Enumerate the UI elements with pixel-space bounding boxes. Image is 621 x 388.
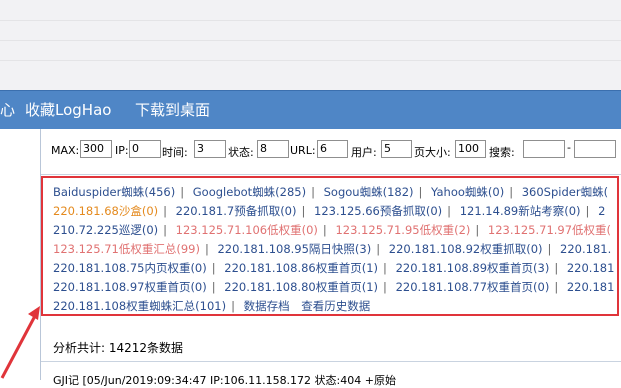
link-baiduspider[interactable]: Baiduspider蜘蛛(456) [53, 185, 175, 199]
link-history-data[interactable]: 查看历史数据 [301, 299, 370, 313]
log-entry-partial: GJI记 [05/Jun/2019:09:34:47 IP:106.11.158… [53, 374, 396, 387]
analysis-total: 分析共计: 14212条数据 [53, 341, 184, 355]
time-input[interactable] [194, 140, 226, 158]
ip-label: IP: [115, 144, 129, 157]
link-yahoo[interactable]: Yahoo蜘蛛(0) [431, 185, 504, 199]
ip-input[interactable] [129, 140, 161, 158]
link-prefetch-66[interactable]: 123.125.66预备抓取(0) [314, 204, 442, 218]
link-sandbox[interactable]: 220.181.68沙盒(0) [53, 204, 158, 218]
max-input[interactable] [80, 140, 112, 158]
link-low-weight-106[interactable]: 123.125.71.106低权重(0) [176, 223, 318, 237]
link-prefetch-7[interactable]: 220.181.7预备抓取(0) [176, 204, 297, 218]
links-row-6: 220.181.108.97权重首页(0) | 220.181.108.80权重首… [53, 280, 615, 294]
link-low-weight-95[interactable]: 123.125.71.95低权重(2) [335, 223, 470, 237]
nav-item-download-desktop[interactable]: 下载到桌面 [135, 99, 210, 120]
red-arrow-annotation [0, 306, 40, 379]
spider-links-box: Baiduspider蜘蛛(456) | Googlebot蜘蛛(285) | So… [41, 176, 619, 316]
link-weight-spider-total[interactable]: 220.181.108权重蜘蛛汇总(101) [53, 299, 226, 313]
status-input[interactable] [257, 140, 289, 158]
link-row6-more[interactable]: 220.181 [567, 280, 615, 294]
page-size-input[interactable] [455, 140, 486, 158]
link-home-weight-77[interactable]: 220.181.108.77权重首页(0) [396, 280, 550, 294]
link-weight-crawl[interactable]: 220.181.108.92权重抓取(0) [389, 242, 543, 256]
log-panel: MAX: IP: 时间: 状态: URL: 用户: 页大小: 搜索: - Bai… [41, 129, 621, 387]
links-row-1: Baiduspider蜘蛛(456) | Googlebot蜘蛛(285) | So… [53, 185, 609, 199]
search-separator: - [567, 141, 571, 154]
link-low-weight-97[interactable]: 123.125.71.97低权重( [488, 223, 611, 237]
links-row-4: 123.125.71低权重汇总(99) | 220.181.108.95隔日快照(… [53, 242, 612, 256]
link-row4-more[interactable]: 220.181. [560, 242, 611, 256]
links-row-7: 220.181.108权重蜘蛛汇总(101) | 数据存档 查看历史数据 [53, 299, 371, 313]
max-label: MAX: [51, 144, 80, 157]
links-row-3: 210.72.225巡逻(0) | 123.125.71.106低权重(0) | 1… [53, 223, 612, 237]
link-home-weight-97[interactable]: 220.181.108.97权重首页(0) [53, 280, 207, 294]
link-home-weight-86[interactable]: 220.181.108.86权重首页(1) [224, 261, 378, 275]
top-nav-bar: 心 收藏LogHao 下载到桌面 [0, 90, 621, 130]
nav-item-bookmark[interactable]: 收藏LogHao [25, 99, 111, 120]
user-label: 用户: [351, 146, 377, 159]
link-data-archive[interactable]: 数据存档 [244, 299, 290, 313]
search-input[interactable] [523, 140, 565, 158]
url-label: URL: [290, 144, 316, 157]
links-row-5: 220.181.108.75内页权重(0) | 220.181.108.86权重首… [53, 261, 615, 275]
link-next-day-snapshot[interactable]: 220.181.108.95隔日快照(3) [217, 242, 371, 256]
background-stripe [0, 40, 621, 41]
search-label: 搜索: [489, 146, 515, 159]
user-input[interactable] [381, 140, 412, 158]
link-row5-more[interactable]: 220.181 [567, 261, 615, 275]
status-label: 状态: [228, 146, 254, 159]
link-row2-more[interactable]: 2 [598, 204, 605, 218]
url-input[interactable] [317, 140, 348, 158]
page-size-label: 页大小: [414, 146, 451, 159]
link-home-weight-80[interactable]: 220.181.108.80权重首页(1) [224, 280, 378, 294]
links-row-2: 220.181.68沙盒(0) | 220.181.7预备抓取(0) | 123.1… [53, 204, 606, 218]
link-home-weight-89[interactable]: 220.181.108.89权重首页(3) [396, 261, 550, 275]
section-divider [41, 361, 621, 362]
link-sogou[interactable]: Sogou蜘蛛(182) [324, 185, 414, 199]
background-stripe [0, 60, 621, 61]
link-360spider[interactable]: 360Spider蜘蛛( [522, 185, 608, 199]
link-inner-page-weight[interactable]: 220.181.108.75内页权重(0) [53, 261, 207, 275]
search-input-2[interactable] [574, 140, 616, 158]
filter-bar: MAX: IP: 时间: 状态: URL: 用户: 页大小: 搜索: - [41, 129, 621, 175]
nav-item-partial[interactable]: 心 [0, 99, 15, 120]
link-patrol[interactable]: 210.72.225巡逻(0) [53, 223, 158, 237]
link-googlebot[interactable]: Googlebot蜘蛛(285) [193, 185, 306, 199]
link-new-site[interactable]: 121.14.89新站考察(0) [460, 204, 581, 218]
link-low-weight-total[interactable]: 123.125.71低权重汇总(99) [53, 242, 200, 256]
browser-top-area [0, 0, 621, 90]
background-stripe [0, 20, 621, 21]
time-label: 时间: [162, 146, 188, 159]
